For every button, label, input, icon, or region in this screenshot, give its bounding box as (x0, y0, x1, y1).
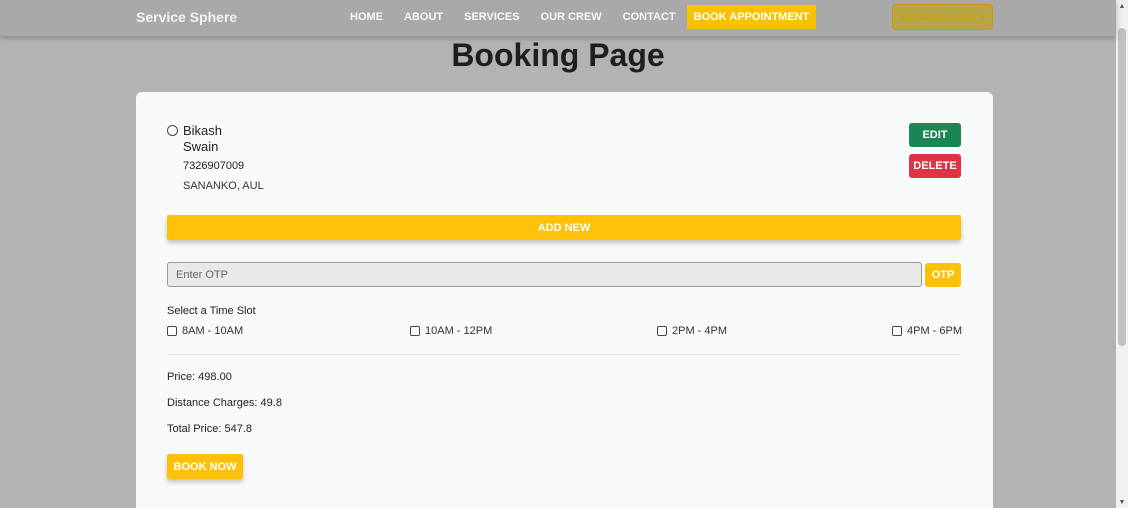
welcome-label: Welcome, Kajal (898, 11, 976, 23)
nav-about[interactable]: ABOUT (397, 5, 450, 29)
nav-links: HOME ABOUT SERVICES OUR CREW CONTACT BOO… (343, 5, 823, 29)
time-slot-text: 2PM - 4PM (672, 325, 728, 337)
booking-card: Bikash Swain 7326907009 SANANKO, AUL EDI… (136, 92, 993, 508)
time-slot-text: 4PM - 6PM (907, 325, 963, 337)
user-menu-button[interactable]: Welcome, Kajal ▼ (892, 4, 993, 30)
address-city: SANANKO, AUL (183, 180, 264, 192)
address-last-name: Swain (183, 139, 219, 154)
nav-home[interactable]: HOME (343, 5, 390, 29)
book-now-button[interactable]: BOOK NOW (167, 454, 243, 479)
address-phone: 7326907009 (183, 160, 245, 172)
brand-logo[interactable]: Service Sphere (136, 9, 237, 25)
nav-services[interactable]: SERVICES (457, 5, 526, 29)
scrollbar-thumb[interactable] (1118, 28, 1126, 346)
edit-button[interactable]: EDIT (909, 123, 961, 147)
page-title: Booking Page (451, 37, 665, 73)
time-slot-label: Select a Time Slot (167, 305, 256, 317)
chevron-down-icon: ▼ (978, 12, 987, 22)
time-slot-10am[interactable]: 10AM - 12PM (410, 325, 492, 337)
address-first-name: Bikash (183, 123, 223, 138)
time-slot-2pm[interactable]: 2PM - 4PM (657, 325, 727, 337)
divider (167, 354, 961, 355)
time-slot-8am[interactable]: 8AM - 10AM (167, 325, 243, 337)
navbar: Service Sphere HOME ABOUT SERVICES OUR C… (0, 0, 1116, 36)
nav-our-crew[interactable]: OUR CREW (534, 5, 609, 29)
time-slot-4pm[interactable]: 4PM - 6PM (892, 325, 962, 337)
delete-button[interactable]: DELETE (909, 154, 961, 178)
add-new-button[interactable]: ADD NEW (167, 215, 961, 240)
checkbox[interactable] (892, 326, 902, 336)
vertical-scrollbar[interactable]: ▲ ▼ (1116, 0, 1128, 508)
total-price-text: Total Price: 547.8 (167, 423, 252, 435)
nav-contact[interactable]: CONTACT (616, 5, 683, 29)
arrow-down-icon[interactable]: ▼ (1116, 496, 1128, 508)
price-text: Price: 498.00 (167, 371, 232, 383)
checkbox[interactable] (410, 326, 420, 336)
time-slot-text: 8AM - 10AM (182, 325, 244, 337)
nav-book-appointment[interactable]: BOOK APPOINTMENT (686, 5, 817, 29)
distance-charges-text: Distance Charges: 49.8 (167, 397, 282, 409)
arrow-up-icon[interactable]: ▲ (1116, 0, 1128, 12)
checkbox[interactable] (167, 326, 177, 336)
address-radio[interactable] (167, 125, 178, 136)
otp-button[interactable]: OTP (925, 263, 961, 287)
checkbox[interactable] (657, 326, 667, 336)
time-slot-text: 10AM - 12PM (425, 325, 493, 337)
otp-input[interactable] (167, 262, 922, 287)
